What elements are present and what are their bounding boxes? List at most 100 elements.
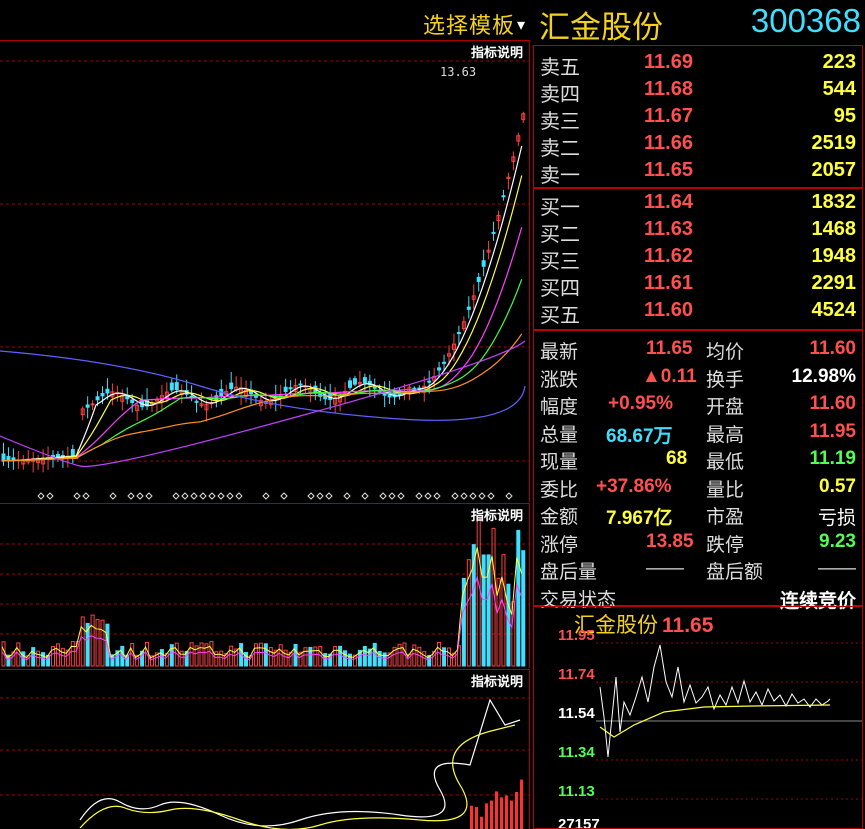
ask-row[interactable]: 卖三 11.67 95 [534, 104, 862, 133]
limit-up-value: 13.85 [646, 530, 694, 552]
open-value: 11.60 [809, 393, 857, 414]
stock-code: 300368 [750, 2, 861, 39]
total-volume-label: 总量 [540, 423, 579, 446]
pe-value: 亏损 [817, 508, 856, 529]
intraday-mini-chart[interactable]: 汇金股份 11.65 11.95 11.74 11.54 11.34 11.13 … [533, 606, 863, 829]
bid-row[interactable]: 买三 11.62 1948 [534, 244, 862, 273]
ask-level-label: 卖五 [540, 55, 580, 79]
turnover-value: 12.98% [791, 365, 856, 387]
after-hours-volume-label: 盘后量 [540, 561, 598, 583]
dropdown-arrow-icon: ▾ [516, 15, 526, 34]
stock-header: 汇金股份 300368 [533, 0, 865, 46]
stock-name: 汇金股份 [539, 10, 663, 46]
latest-value: 11.65 [646, 338, 693, 359]
volume-panel[interactable]: 指标说明 [0, 503, 530, 668]
volume-ratio-value: 0.57 [819, 475, 856, 497]
mini-chart-plot [596, 642, 862, 800]
bid-price: 11.61 [644, 272, 693, 294]
volume-ratio-label: 量比 [706, 478, 745, 501]
bid-price: 11.60 [644, 299, 693, 321]
indicator-help-link-3[interactable]: 指标说明 [471, 671, 523, 690]
bid-level-label: 买五 [540, 303, 580, 327]
bid-book: 买一 11.64 1832 买二 11.63 1468 买三 11.62 1948 买四 11.61… [533, 188, 863, 330]
indicator-help-link-2[interactable]: 指标说明 [471, 505, 523, 524]
bid-row[interactable]: 买五 11.60 4524 [534, 298, 862, 327]
amplitude-label: 幅度 [540, 396, 579, 418]
bid-volume: 1832 [811, 191, 857, 213]
ask-volume: 2519 [811, 132, 857, 154]
kline-high-label: 13.63 [440, 65, 477, 79]
current-volume-value: 68 [666, 448, 688, 469]
bid-level-label: 买一 [540, 195, 580, 219]
latest-label: 最新 [540, 341, 579, 363]
total-volume-value: 68.67万 [606, 425, 673, 447]
bid-level-label: 买二 [540, 222, 580, 246]
volume-chart [0, 517, 529, 667]
bid-level-label: 买四 [540, 276, 580, 300]
bid-price: 11.62 [644, 245, 693, 267]
after-hours-volume-value: —— [646, 558, 684, 579]
template-select-button[interactable]: 选择模板 ▾ [423, 8, 526, 40]
open-label: 开盘 [706, 396, 745, 418]
indicator-help-link-1[interactable]: 指标说明 [471, 42, 523, 61]
ask-row[interactable]: 卖五 11.69 223 [534, 50, 862, 79]
ask-level-label: 卖四 [540, 82, 580, 106]
ask-row[interactable]: 卖二 11.66 2519 [534, 131, 862, 160]
kline-chart [0, 60, 529, 500]
low-value: 11.19 [809, 448, 857, 469]
ask-volume: 544 [822, 78, 856, 100]
ask-level-label: 卖二 [540, 136, 580, 160]
bid-volume: 1948 [811, 245, 857, 267]
low-label: 最低 [706, 451, 745, 473]
current-volume-label: 现量 [540, 451, 579, 473]
ask-volume: 95 [833, 105, 856, 127]
committee-ratio-value: +37.86% [596, 475, 672, 497]
ask-level-label: 卖一 [540, 163, 580, 187]
ask-price: 11.65 [644, 159, 693, 181]
limit-down-label: 跌停 [706, 533, 745, 556]
ask-price: 11.68 [644, 78, 693, 100]
amplitude-value: +0.95% [608, 393, 673, 414]
high-value: 11.95 [809, 420, 857, 442]
avg-value: 11.60 [809, 338, 857, 359]
amount-value: 7.967亿 [606, 508, 673, 529]
bid-price: 11.63 [644, 218, 693, 240]
limit-down-value: 9.23 [819, 530, 856, 552]
indicator-panel[interactable]: 指标说明 [0, 669, 530, 829]
chart-toolbar: 选择模板 ▾ [0, 0, 532, 40]
bid-row[interactable]: 买二 11.63 1468 [534, 217, 862, 246]
ask-volume: 2057 [811, 159, 857, 181]
ask-book: 卖五 11.69 223 卖四 11.68 544 卖三 11.67 95 卖二 11.66 2519… [533, 45, 863, 188]
bid-volume: 1468 [811, 218, 857, 240]
stock-terminal: 选择模板 ▾ 指标说明 13.63 指标说明 指标说明 汇金股份 300368 卖… [0, 0, 865, 829]
bid-level-label: 买三 [540, 249, 580, 273]
bid-row[interactable]: 买四 11.61 2291 [534, 271, 862, 300]
avg-label: 均价 [706, 341, 745, 363]
quote-details: 最新 11.65 均价 11.60 涨跌 ▲0.11 换手 12.98% 幅度 +0.95% 开… [533, 330, 863, 612]
kline-panel[interactable]: 指标说明 13.63 [0, 40, 530, 502]
ask-price: 11.66 [644, 132, 693, 154]
bid-volume: 4524 [811, 299, 857, 321]
ask-price: 11.67 [644, 105, 693, 127]
after-hours-amount-value: —— [818, 558, 856, 579]
after-hours-amount-label: 盘后额 [706, 561, 764, 583]
ask-row[interactable]: 卖四 11.68 544 [534, 77, 862, 106]
indicator-chart [0, 697, 529, 829]
committee-ratio-label: 委比 [540, 478, 579, 501]
change-label: 涨跌 [540, 368, 579, 391]
quote-sidebar: 汇金股份 300368 卖五 11.69 223 卖四 11.68 544 卖三 11.67 9… [533, 0, 865, 829]
template-select-label: 选择模板 [422, 14, 515, 39]
amount-label: 金额 [540, 506, 579, 528]
ask-level-label: 卖三 [540, 109, 580, 133]
limit-up-label: 涨停 [540, 533, 579, 556]
ask-price: 11.69 [644, 51, 693, 73]
change-value: ▲0.11 [642, 365, 697, 387]
ask-volume: 223 [822, 51, 856, 73]
high-label: 最高 [706, 423, 745, 446]
chart-area: 选择模板 ▾ 指标说明 13.63 指标说明 指标说明 [0, 0, 532, 829]
ask-row[interactable]: 卖一 11.65 2057 [534, 158, 862, 187]
pe-label: 市盈 [706, 506, 745, 528]
turnover-label: 换手 [706, 368, 745, 391]
bid-row[interactable]: 买一 11.64 1832 [534, 190, 862, 219]
bid-volume: 2291 [811, 272, 857, 294]
